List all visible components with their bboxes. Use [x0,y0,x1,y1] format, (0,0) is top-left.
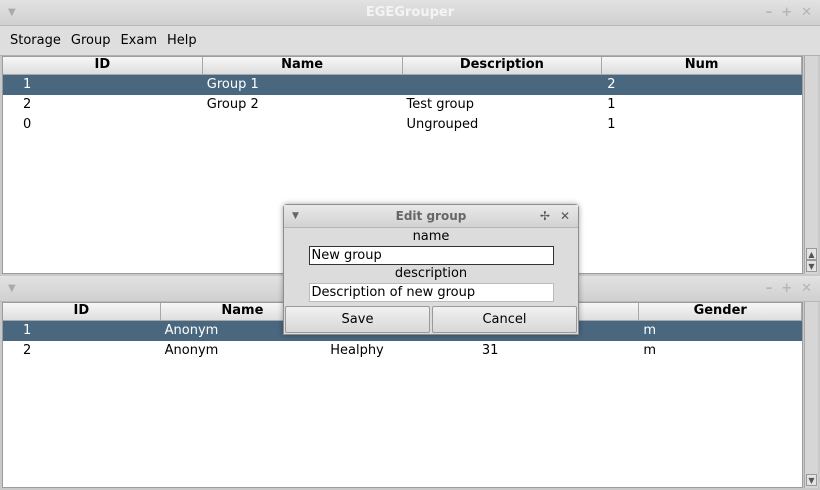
column-header-id[interactable]: ID [3,57,203,74]
groups-scrollbar[interactable]: ▲ ▼ [804,56,818,274]
column-header-gender[interactable]: Gender [639,303,802,320]
name-field[interactable] [308,246,554,265]
dialog-buttons: Save Cancel [285,306,577,333]
scroll-up-icon[interactable]: ▲ [806,248,817,260]
maximize-icon[interactable]: ✢ [540,209,550,223]
minimize-icon[interactable]: – [766,281,773,296]
main-titlebar[interactable]: ▼ EGEGrouper – + ✕ [0,0,820,26]
table-row[interactable]: 0 Ungrouped 1 [3,115,802,135]
column-header-description[interactable]: Description [402,57,603,74]
window-menu-icon[interactable]: ▼ [8,276,16,302]
menu-exam[interactable]: Exam [115,26,162,56]
dialog-controls: ✢ ✕ [530,205,570,227]
dialog-titlebar[interactable]: ▼ Edit group ✢ ✕ [284,205,578,228]
column-header-name[interactable]: Name [202,57,403,74]
minimize-icon[interactable]: – [766,5,773,20]
cancel-button[interactable]: Cancel [432,306,577,333]
menubar: Storage Group Exam Help [0,26,820,56]
maximize-icon[interactable]: + [781,5,792,20]
table-row[interactable]: 1 Group 1 2 [3,75,802,95]
scroll-down-icon[interactable]: ▼ [806,260,817,272]
groups-table-header: ID Name Description Num [3,57,802,75]
window-controls: – + ✕ [757,276,812,302]
column-header-id[interactable]: ID [3,303,161,320]
table-row[interactable]: 2 Anonym Healphy 31 m [3,341,802,361]
close-icon[interactable]: ✕ [560,209,570,223]
menu-group[interactable]: Group [66,26,116,56]
maximize-icon[interactable]: + [781,281,792,296]
dialog-menu-icon[interactable]: ▼ [292,205,299,227]
name-label: name [412,229,450,244]
column-header-num[interactable]: Num [602,57,802,74]
save-button[interactable]: Save [285,306,430,333]
window-title: EGEGrouper [365,5,455,20]
menu-storage[interactable]: Storage [5,26,66,56]
scroll-down-icon[interactable]: ▼ [806,474,817,486]
close-icon[interactable]: ✕ [801,281,812,296]
table-row[interactable]: 2 Group 2 Test group 1 [3,95,802,115]
window-menu-icon[interactable]: ▼ [8,0,16,26]
window-controls: – + ✕ [757,0,812,26]
close-icon[interactable]: ✕ [801,5,812,20]
people-scrollbar[interactable]: ▼ [804,302,818,488]
description-field[interactable] [308,283,554,302]
edit-group-dialog: ▼ Edit group ✢✕ name description Save Ca… [283,204,579,335]
dialog-title: Edit group [395,209,467,223]
description-label: description [394,266,468,281]
menu-help[interactable]: Help [162,26,202,56]
